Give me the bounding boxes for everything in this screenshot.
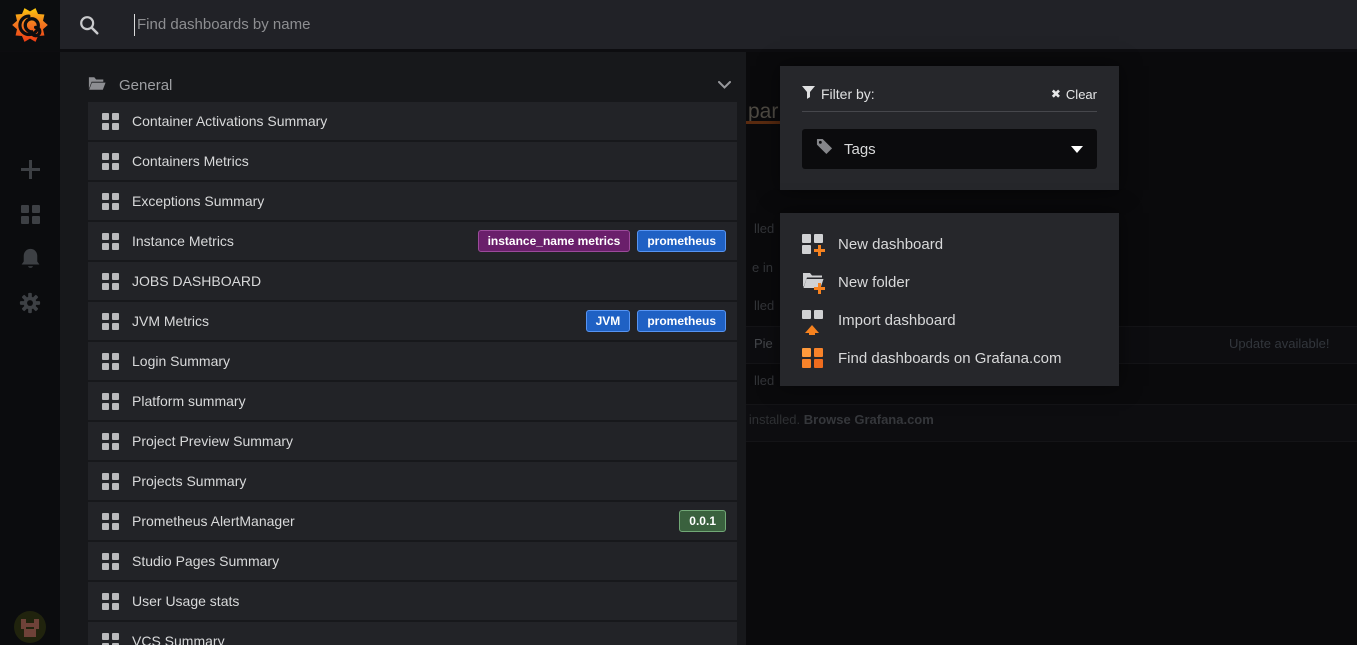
clear-x-icon: ✖ [1051,87,1061,101]
dashboard-title: VCS Summary [132,633,225,645]
tag-badge[interactable]: prometheus [637,310,726,332]
grafana-logo-icon [11,6,49,44]
create-plus-icon[interactable] [0,160,60,179]
filter-panel: Filter by: ✖ Clear Tags [780,66,1119,190]
dimmed-text-fragment: lled [754,221,774,236]
dashboard-tile-icon [102,273,119,290]
dashboard-tile-icon [102,193,119,210]
dashboard-tile-icon [102,353,119,370]
tag-badge[interactable]: JVM [586,310,631,332]
tag-icon [816,138,833,160]
dashboard-row[interactable]: Container Activations Summary [88,102,737,140]
clear-filters-button[interactable]: ✖ Clear [1051,87,1097,102]
search-input[interactable] [137,16,697,33]
dashboard-tile-icon [102,233,119,250]
search-icon [78,14,100,36]
tags-filter-select[interactable]: Tags [802,129,1097,169]
dashboard-title: Instance Metrics [132,233,234,249]
dashboard-tile-icon [102,153,119,170]
dashboard-title: Project Preview Summary [132,433,293,449]
menu-item-label: New folder [838,274,910,291]
dimmed-installed-prefix: e installed. [738,412,804,427]
caret-down-icon [1071,146,1083,153]
dashboard-tile-icon [102,313,119,330]
dashboard-title: Exceptions Summary [132,193,264,209]
dimmed-text-fragment: lled [754,373,774,388]
dashboard-title: Projects Summary [132,473,246,489]
dashboard-tile-icon [102,553,119,570]
dashboard-row[interactable]: Projects Summary [88,462,737,500]
find-dashboards-grafana-menu-item[interactable]: Find dashboards on Grafana.com [780,339,1119,377]
menu-item-label: Import dashboard [838,312,956,329]
user-avatar[interactable] [14,611,46,643]
dimmed-update-notice: Update available! [1229,336,1329,351]
dashboard-row[interactable]: Login Summary [88,342,737,380]
dashboard-row[interactable]: JVM Metrics JVM prometheus [88,302,737,340]
dashboards-icon[interactable] [0,205,60,224]
dashboard-tile-icon [102,513,119,530]
import-dashboard-menu-item[interactable]: Import dashboard [780,301,1119,339]
tags-select-value: Tags [844,141,876,158]
dashboard-row[interactable]: VCS Summary [88,622,737,645]
dashboard-title: Container Activations Summary [132,113,327,129]
filter-header: Filter by: ✖ Clear [802,86,1097,112]
text-cursor [134,14,135,36]
dashboard-actions-menu: New dashboard New folder Import dashboar… [780,213,1119,386]
dashboard-tile-icon [102,593,119,610]
dashboard-row[interactable]: JOBS DASHBOARD [88,262,737,300]
dashboard-row[interactable]: Project Preview Summary [88,422,737,460]
dashboard-tile-icon [102,113,119,130]
dashboard-tile-icon [102,473,119,490]
grafana-apps-icon [802,347,824,369]
dashboard-tile-icon [102,393,119,410]
dashboard-title: JOBS DASHBOARD [132,273,261,289]
grafana-logo[interactable] [0,0,60,51]
configuration-gear-icon[interactable] [0,292,60,314]
clear-label: Clear [1066,87,1097,102]
dimmed-text-fragment: Pie [754,336,773,351]
dashboard-list: Container Activations Summary Containers… [88,102,737,645]
tag-badge[interactable]: 0.0.1 [679,510,726,532]
dashboard-row[interactable]: Exceptions Summary [88,182,737,220]
chevron-down-icon[interactable] [718,81,731,89]
dashboard-row[interactable]: Platform summary [88,382,737,420]
tag-badge[interactable]: prometheus [637,230,726,252]
folder-open-icon [88,76,106,95]
dashboard-title: JVM Metrics [132,313,209,329]
filter-funnel-icon [802,86,815,102]
alerting-bell-icon[interactable] [0,248,60,270]
import-dashboard-icon [802,309,824,331]
dimmed-text-fragment: lled [754,298,774,313]
dimmed-browse-link: Browse Grafana.com [804,412,934,427]
dashboard-title: Prometheus AlertManager [132,513,295,529]
dashboard-tile-icon [102,433,119,450]
dashboard-title: Login Summary [132,353,230,369]
dashboard-row[interactable]: Containers Metrics [88,142,737,180]
dimmed-tab-underline [746,121,782,124]
dashboard-title: User Usage stats [132,593,239,609]
menu-item-label: New dashboard [838,236,943,253]
folder-name: General [119,77,172,94]
top-bar [0,0,1357,52]
new-dashboard-icon [802,233,824,255]
dashboard-tile-icon [102,633,119,645]
left-sidebar: ? [0,52,60,645]
dimmed-installed-line: e installed. Browse Grafana.com [738,412,934,427]
folder-section-general[interactable]: General [88,70,737,100]
dashboard-row[interactable]: User Usage stats [88,582,737,620]
dashboard-row[interactable]: Studio Pages Summary [88,542,737,580]
dashboard-row[interactable]: Prometheus AlertManager 0.0.1 [88,502,737,540]
dimmed-text-fragment: e in [752,260,773,275]
new-folder-icon [802,271,824,293]
new-folder-menu-item[interactable]: New folder [780,263,1119,301]
dashboard-title: Platform summary [132,393,246,409]
tag-badge[interactable]: instance_name metrics [478,230,631,252]
dashboard-row[interactable]: Instance Metrics instance_name metrics pr… [88,222,737,260]
dashboard-title: Containers Metrics [132,153,249,169]
new-dashboard-menu-item[interactable]: New dashboard [780,225,1119,263]
filter-by-label: Filter by: [821,86,875,102]
menu-item-label: Find dashboards on Grafana.com [838,350,1061,367]
search-results-panel: General Container Activations Summary Co… [60,52,746,645]
dashboard-title: Studio Pages Summary [132,553,279,569]
